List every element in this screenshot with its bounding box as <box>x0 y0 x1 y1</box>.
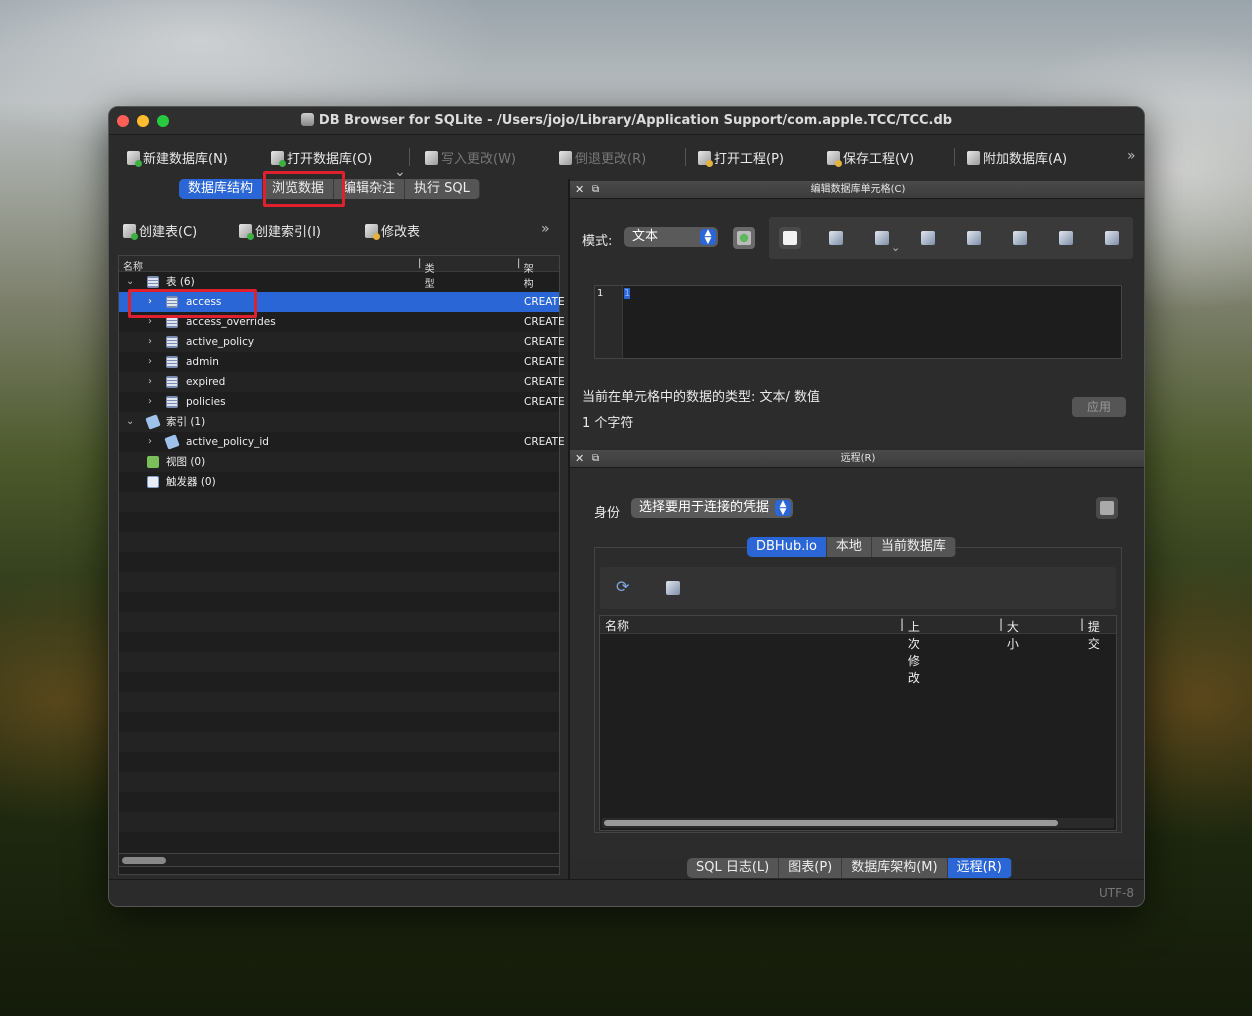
tree-rows: ⌄ 表 (6) › access CREATE › access_overrides CR… <box>119 272 565 852</box>
access-row-highlight <box>128 289 257 318</box>
grid-horizontal-scrollbar[interactable] <box>602 818 1114 828</box>
column-header-schema[interactable]: | 架构 <box>517 258 534 290</box>
cell-editor-toolbar: ⌄ <box>769 217 1133 259</box>
tab-db-schema[interactable]: 数据库架构(M) <box>842 858 948 878</box>
column-header-type[interactable]: | 类型 <box>418 258 435 290</box>
remote-file-grid: 名称 | 上次修改 | 大小 | 提交 <box>599 615 1117 831</box>
tab-dbhub[interactable]: DBHub.io <box>747 537 827 557</box>
tree-row-views[interactable]: 视图 (0) <box>119 452 559 472</box>
open-database-button[interactable]: 打开数据库(O) <box>271 148 372 168</box>
tab-database-structure[interactable]: 数据库结构 <box>179 179 264 199</box>
open-project-button[interactable]: 打开工程(P) <box>698 148 784 168</box>
tab-execute-sql[interactable]: 执行 SQL <box>405 179 480 199</box>
create-index-icon <box>239 224 254 240</box>
tree-row-policies[interactable]: › policies CREATE <box>119 392 565 412</box>
tree-row-active-policy-id[interactable]: › active_policy_id CREATE <box>119 432 565 452</box>
refresh-icon[interactable]: ⟳ <box>616 577 629 596</box>
spinner-icon: ▲ ▼ <box>700 229 716 246</box>
char-count: 1 个字符 <box>582 416 634 431</box>
grid-header: 名称 | 上次修改 | 大小 | 提交 <box>600 616 1116 685</box>
create-table-button[interactable]: 创建表(C) <box>123 221 197 240</box>
set-null-icon[interactable] <box>967 231 981 245</box>
more-toolbar-icon[interactable]: » <box>1127 148 1136 164</box>
word-wrap-button[interactable] <box>779 227 801 249</box>
tree-row-expired[interactable]: › expired CREATE <box>119 372 565 392</box>
editor-text[interactable]: 1 <box>624 288 631 299</box>
attach-database-button[interactable]: 附加数据库(A) <box>967 148 1067 168</box>
title-bar: DB Browser for SQLite - /Users/jojo/Libr… <box>109 107 1144 135</box>
bottom-tabs: SQL 日志(L) 图表(P) 数据库架构(M) 远程(R) <box>687 858 1012 878</box>
tree-row-triggers[interactable]: 触发器 (0) <box>119 472 559 492</box>
tab-remote[interactable]: 远程(R) <box>947 858 1012 878</box>
open-database-icon <box>271 151 286 167</box>
modify-table-button[interactable]: 修改表 <box>365 221 420 240</box>
remote-toolbar: ⟳ <box>600 567 1116 609</box>
tab-plot[interactable]: 图表(P) <box>779 858 843 878</box>
database-icon <box>300 113 314 126</box>
close-pane-icon[interactable]: ✕ <box>575 181 584 199</box>
remote-tabs: DBHub.io 本地 当前数据库 <box>747 537 956 557</box>
write-changes-button[interactable]: 写入更改(W) <box>425 148 516 168</box>
tab-current-database[interactable]: 当前数据库 <box>872 537 956 557</box>
column-header-commit[interactable]: | 提交 <box>1080 617 1100 651</box>
schema-tree: 名称 | 类型 | 架构 ⌄ 表 (6) › access CREATE › acces… <box>118 255 565 875</box>
tree-row-active-policy[interactable]: › active_policy CREATE <box>119 332 565 352</box>
line-number-gutter: 1 <box>595 286 623 358</box>
attach-database-icon <box>967 151 980 165</box>
tab-local[interactable]: 本地 <box>827 537 872 557</box>
clear-icon[interactable] <box>1059 231 1073 245</box>
mode-select[interactable]: 文本 ▲ ▼ <box>624 227 718 247</box>
remote-pane-title: ✕ ⧉ 远程(R) <box>570 450 1144 468</box>
app-window: DB Browser for SQLite - /Users/jojo/Libr… <box>108 106 1145 907</box>
revert-changes-button[interactable]: 倒退更改(R) <box>559 148 646 168</box>
identity-label: 身份 <box>594 506 621 521</box>
identity-settings-button[interactable] <box>1096 497 1118 519</box>
print-icon[interactable] <box>1105 231 1119 245</box>
save-project-button[interactable]: 保存工程(V) <box>827 148 914 168</box>
new-database-button[interactable]: 新建数据库(N) <box>127 148 228 168</box>
create-index-button[interactable]: 创建索引(I) <box>239 221 321 240</box>
open-in-app-icon[interactable] <box>1013 231 1027 245</box>
revert-changes-icon <box>559 151 572 165</box>
export-icon[interactable] <box>921 231 935 245</box>
column-header-size[interactable]: | 大小 <box>999 617 1019 651</box>
status-bar: UTF-8 <box>109 879 1144 906</box>
column-header-name[interactable]: 名称 <box>123 258 143 273</box>
tab-sql-log[interactable]: SQL 日志(L) <box>687 858 780 878</box>
cell-type-info: 当前在单元格中的数据的类型: 文本/ 数值 <box>582 390 821 405</box>
text-format-icon[interactable] <box>829 231 843 245</box>
open-project-icon <box>698 151 713 167</box>
browse-data-highlight <box>263 171 345 207</box>
tree-row-admin[interactable]: › admin CREATE <box>119 352 565 372</box>
column-header-name[interactable]: 名称 <box>605 617 629 634</box>
window-title: DB Browser for SQLite - /Users/jojo/Libr… <box>109 113 1144 128</box>
cell-editor[interactable]: 1 1 <box>594 285 1122 359</box>
spinner-icon: ▲ ▼ <box>775 500 791 517</box>
identity-select[interactable]: 选择要用于连接的凭据 ▲ ▼ <box>631 498 793 518</box>
tree-row-indexes[interactable]: ⌄ 索引 (1) <box>119 412 559 432</box>
clone-database-icon[interactable] <box>666 581 680 595</box>
new-database-icon <box>127 151 142 167</box>
tree-horizontal-scrollbar[interactable] <box>118 853 560 867</box>
float-pane-icon[interactable]: ⧉ <box>592 450 599 468</box>
more-actions-icon[interactable]: » <box>541 221 550 237</box>
import-icon[interactable] <box>875 231 889 245</box>
close-pane-icon[interactable]: ✕ <box>575 450 584 468</box>
chevron-down-icon[interactable]: ⌄ <box>394 164 406 180</box>
save-project-icon <box>827 151 842 167</box>
apply-button[interactable]: 应用 <box>1072 397 1126 417</box>
encoding-label: UTF-8 <box>1099 886 1134 900</box>
chevron-down-icon[interactable]: ⌄ <box>891 241 900 254</box>
auto-switch-mode-button[interactable] <box>733 227 755 249</box>
float-pane-icon[interactable]: ⧉ <box>592 181 599 199</box>
left-panel: 数据库结构 浏览数据 编辑杂注 执行 SQL 创建表(C) 创建索引(I) 修改… <box>109 171 568 879</box>
mode-label: 模式: <box>582 234 613 249</box>
modify-table-icon <box>365 224 380 240</box>
create-table-icon <box>123 224 138 240</box>
edit-cell-pane-title: ✕ ⧉ 编辑数据库单元格(C) <box>570 181 1144 199</box>
write-changes-icon <box>425 151 438 165</box>
tree-header: 名称 | 类型 | 架构 <box>119 256 559 290</box>
column-header-last-modified[interactable]: | 上次修改 <box>900 617 920 685</box>
